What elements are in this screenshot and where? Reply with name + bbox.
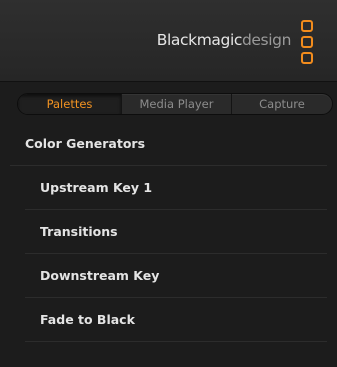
app-window: Blackmagicdesign Palettes Media Player C… bbox=[0, 0, 337, 367]
tab-capture[interactable]: Capture bbox=[232, 94, 332, 114]
brand-main: Blackmagic bbox=[156, 31, 243, 49]
tab-palettes[interactable]: Palettes bbox=[18, 94, 122, 114]
tab-media-player[interactable]: Media Player bbox=[122, 94, 232, 114]
palette-list: Color Generators Upstream Key 1 Transiti… bbox=[10, 122, 327, 342]
brand-wordmark: Blackmagicdesign bbox=[156, 31, 292, 49]
header-bar: Blackmagicdesign bbox=[0, 0, 337, 82]
palette-fade-to-black[interactable]: Fade to Black bbox=[25, 298, 327, 342]
palette-transitions[interactable]: Transitions bbox=[25, 210, 327, 254]
palette-color-generators[interactable]: Color Generators bbox=[10, 122, 327, 166]
brand-design: design bbox=[241, 31, 291, 49]
tab-bar: Palettes Media Player Capture bbox=[17, 93, 333, 115]
blackmagic-logo-icon bbox=[301, 20, 313, 65]
palette-upstream-key-1[interactable]: Upstream Key 1 bbox=[25, 166, 327, 210]
palette-downstream-key[interactable]: Downstream Key bbox=[25, 254, 327, 298]
